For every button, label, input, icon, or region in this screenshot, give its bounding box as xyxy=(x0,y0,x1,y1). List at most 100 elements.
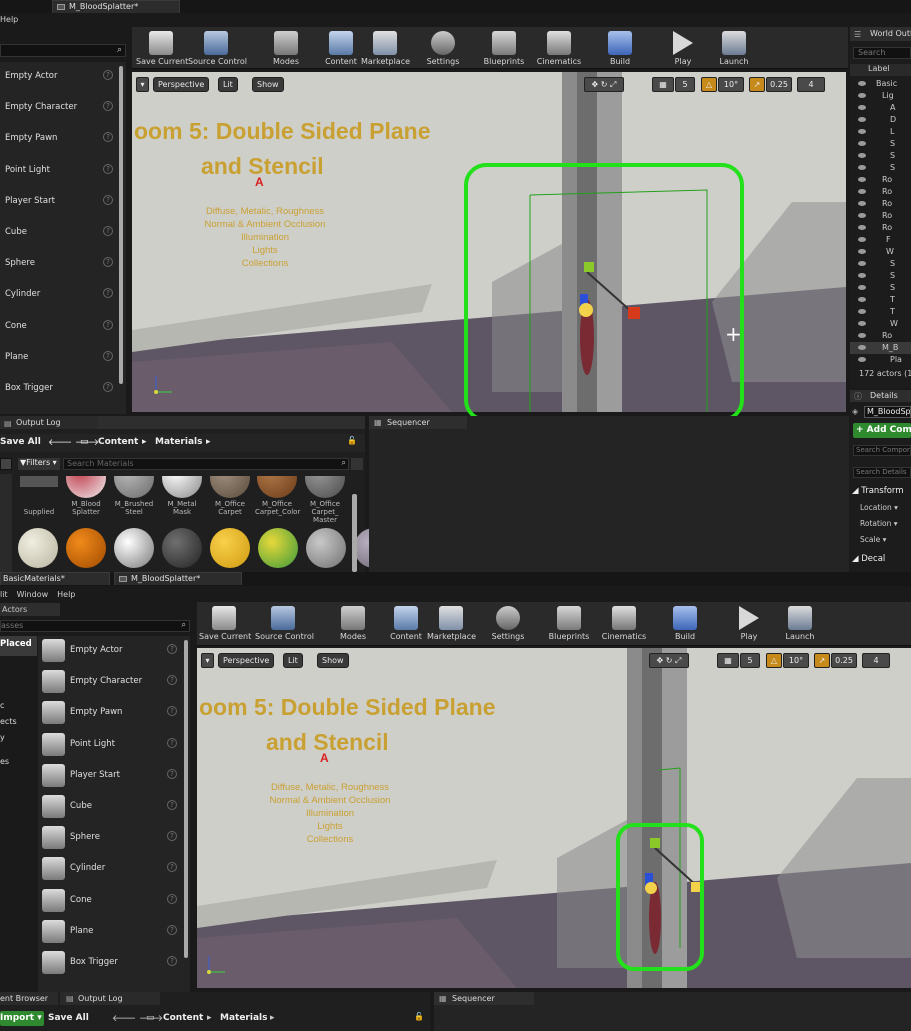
breadcrumb-content[interactable]: Content xyxy=(163,1013,203,1023)
lock-icon[interactable]: 🔓 xyxy=(414,1012,424,1021)
category-item[interactable]: ects xyxy=(0,714,17,730)
rotation-snap-icon[interactable]: △ xyxy=(701,77,717,92)
outliner-row[interactable]: F xyxy=(850,234,911,246)
outliner-row[interactable]: S xyxy=(850,162,911,174)
search-details-input[interactable]: Search Details xyxy=(853,467,911,478)
cinematics-button[interactable]: Cinematics xyxy=(601,606,647,641)
scale-snap-value[interactable]: 0.25 xyxy=(766,77,792,92)
location-row[interactable]: Location ▾ xyxy=(860,503,898,512)
help-icon[interactable]: ? xyxy=(103,132,113,143)
play-button[interactable]: Play xyxy=(666,31,700,66)
visibility-eye-icon[interactable] xyxy=(858,93,866,98)
save-all-button[interactable]: Save All xyxy=(48,1013,89,1023)
outliner-row[interactable]: W xyxy=(850,246,911,258)
history-nav-icon[interactable]: 🡐 🡒 xyxy=(48,437,99,448)
show-button[interactable]: Show xyxy=(252,77,284,92)
tab-output-log[interactable]: Output Log xyxy=(60,992,160,1005)
menu-help[interactable]: Help xyxy=(57,590,75,599)
help-icon[interactable]: ? xyxy=(103,382,113,392)
settings-button[interactable]: Settings xyxy=(424,31,462,66)
scale-snap-icon[interactable]: ↗ xyxy=(749,77,765,92)
help-icon[interactable]: ? xyxy=(103,163,113,174)
outliner-row[interactable]: L xyxy=(850,126,911,138)
outliner-row[interactable]: Ro xyxy=(850,186,911,198)
visibility-eye-icon[interactable] xyxy=(858,129,866,134)
scale-row[interactable]: Scale ▾ xyxy=(860,535,886,544)
visibility-eye-icon[interactable] xyxy=(858,213,866,218)
outliner-row[interactable]: D xyxy=(850,114,911,126)
view-options-icon[interactable] xyxy=(351,458,363,470)
outliner-row[interactable]: T xyxy=(850,306,911,318)
material-thumbnail[interactable] xyxy=(66,528,106,568)
category-item[interactable]: es xyxy=(0,754,17,770)
content-button[interactable]: Content xyxy=(324,31,358,66)
breadcrumb-materials[interactable]: Materials xyxy=(220,1013,267,1023)
outliner-row[interactable]: S xyxy=(850,138,911,150)
visibility-eye-icon[interactable] xyxy=(858,285,866,290)
menu-edit[interactable]: lit xyxy=(0,590,8,599)
visibility-eye-icon[interactable] xyxy=(858,189,866,194)
help-icon[interactable]: ? xyxy=(167,924,177,935)
content-scrollbar[interactable] xyxy=(352,494,357,572)
mode-item[interactable]: Cylinder? xyxy=(0,280,126,311)
visibility-eye-icon[interactable] xyxy=(858,105,866,110)
visibility-eye-icon[interactable] xyxy=(858,177,866,182)
settings-button[interactable]: Settings xyxy=(489,606,527,641)
mode-item[interactable]: Box Trigger? xyxy=(0,374,126,405)
launch-button[interactable]: Launch xyxy=(782,606,818,641)
recently-placed-tab[interactable]: Placed xyxy=(0,636,37,656)
build-button[interactable]: Build xyxy=(604,31,636,66)
grid-snap-button[interactable]: ▦ xyxy=(717,653,739,668)
search-materials-input[interactable]: Search Materials ⌕ xyxy=(63,458,349,470)
mode-item[interactable]: Empty Character? xyxy=(0,93,126,124)
help-icon[interactable]: ? xyxy=(103,288,113,299)
mode-item[interactable]: Empty Actor? xyxy=(0,62,126,93)
save-current-button[interactable]: Save Current xyxy=(136,31,188,66)
viewport-options-button[interactable]: ▾ xyxy=(136,77,149,92)
tab-sequencer[interactable]: Sequencer xyxy=(369,416,467,429)
build-button[interactable]: Build xyxy=(669,606,701,641)
help-icon[interactable]: ? xyxy=(167,956,177,966)
blueprints-button[interactable]: Blueprints xyxy=(547,606,591,641)
material-thumbnail[interactable] xyxy=(258,528,298,568)
modes-button[interactable]: Modes xyxy=(335,606,371,641)
outliner-row[interactable]: S xyxy=(850,282,911,294)
visibility-eye-icon[interactable] xyxy=(858,321,866,326)
search-components-input[interactable]: Search Compor xyxy=(853,445,911,456)
grid-snap-button[interactable]: ▦ xyxy=(652,77,674,92)
help-icon[interactable]: ? xyxy=(103,194,113,205)
modes-button[interactable]: Modes xyxy=(268,31,304,66)
camera-speed-button[interactable]: 4 xyxy=(862,653,890,668)
scale-snap-value[interactable]: 0.25 xyxy=(831,653,857,668)
material-thumbnail[interactable] xyxy=(114,528,154,568)
mode-item[interactable]: Cube? xyxy=(38,792,190,823)
outliner-row[interactable]: S xyxy=(850,258,911,270)
transform-tools[interactable]: ✥ ↻ ⤢ xyxy=(649,653,689,668)
outliner-row[interactable]: Lig xyxy=(850,90,911,102)
perspective-button[interactable]: Perspective xyxy=(218,653,275,668)
tab-sequencer[interactable]: Sequencer xyxy=(434,992,534,1005)
help-icon[interactable]: ? xyxy=(167,644,177,654)
visibility-eye-icon[interactable] xyxy=(858,225,866,230)
rotation-snap-value[interactable]: 10° xyxy=(783,653,809,668)
outliner-row[interactable]: Ro xyxy=(850,210,911,222)
help-icon[interactable]: ? xyxy=(103,319,113,330)
lock-icon[interactable]: 🔓 xyxy=(347,436,357,445)
sources-toggle-icon[interactable] xyxy=(0,458,12,470)
help-icon[interactable]: ? xyxy=(103,101,113,112)
actor-name-field[interactable]: M_BloodSpl xyxy=(864,406,911,418)
show-button[interactable]: Show xyxy=(317,653,349,668)
outliner-search-input[interactable]: Search xyxy=(853,47,911,59)
mode-item[interactable]: Sphere? xyxy=(0,249,126,280)
import-button[interactable]: Import ▾ xyxy=(0,1011,44,1026)
help-icon[interactable]: ? xyxy=(167,862,177,873)
marketplace-button[interactable]: Marketplace xyxy=(361,31,410,66)
visibility-eye-icon[interactable] xyxy=(858,249,866,254)
mode-item[interactable]: Cylinder? xyxy=(38,854,190,885)
mode-item[interactable]: Empty Actor? xyxy=(38,636,190,667)
help-icon[interactable]: ? xyxy=(167,675,177,686)
menu-window[interactable]: Window xyxy=(17,590,49,599)
visibility-eye-icon[interactable] xyxy=(858,345,866,350)
outliner-row[interactable]: Ro xyxy=(850,222,911,234)
mode-item[interactable]: Sphere? xyxy=(38,823,190,854)
